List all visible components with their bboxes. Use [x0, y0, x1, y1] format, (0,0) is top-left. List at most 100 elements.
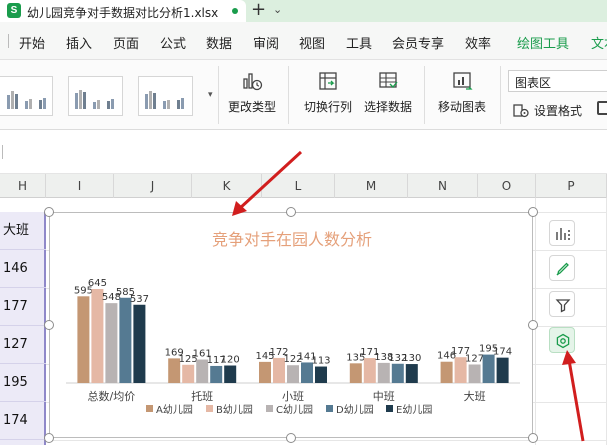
ribbon-tabs: 开始 插入 页面 公式 数据 审阅 视图 工具 会员专享 效率 绘图工具 文本 [0, 22, 607, 60]
tab-view[interactable]: 视图 [299, 33, 325, 52]
divider [424, 66, 425, 124]
column-header[interactable]: O [478, 174, 536, 198]
bar[interactable] [391, 363, 404, 383]
switch-row-column-button[interactable]: 切换行列 [300, 68, 356, 124]
chart-area[interactable]: 竞争对手在园人数分析 595 645 548 585 537 总数/均价 169 125 161… [49, 212, 533, 438]
column-header[interactable]: M [335, 174, 408, 198]
move-chart-button[interactable]: 移动图表 [434, 68, 490, 124]
resize-handle[interactable] [44, 207, 54, 217]
more-styles-chevron-icon[interactable]: ▾ [208, 90, 213, 100]
resize-handle[interactable] [44, 320, 54, 330]
resize-handle[interactable] [528, 433, 538, 443]
legend-label[interactable]: C幼儿园 [276, 403, 313, 416]
move-chart-label: 移动图表 [437, 100, 486, 114]
chart-settings-button[interactable] [549, 327, 575, 353]
bar[interactable] [482, 354, 495, 383]
bar[interactable] [210, 365, 223, 383]
resize-handle[interactable] [286, 433, 296, 443]
chart-element-select[interactable]: 图表区 [508, 70, 607, 92]
tab-member[interactable]: 会员专享 [392, 33, 444, 52]
tab-insert[interactable]: 插入 [66, 33, 92, 52]
reset-icon[interactable] [597, 101, 607, 115]
chart-style-thumbnail[interactable] [138, 76, 193, 116]
chart-style-thumbnail[interactable] [0, 76, 53, 116]
resize-handle[interactable] [286, 207, 296, 217]
change-type-button[interactable]: 更改类型 [224, 68, 280, 124]
tab-home[interactable]: 开始 [19, 33, 45, 52]
chart-style-thumbnail[interactable] [68, 76, 123, 116]
column-header-row: H I J K L M N O P [0, 174, 607, 198]
chart-style-icon [556, 262, 569, 276]
legend-swatch [206, 405, 213, 412]
bar[interactable] [182, 364, 195, 383]
cell[interactable]: 大班 [0, 212, 46, 250]
x-tick-label: 托班 [191, 389, 213, 403]
bar[interactable] [105, 303, 118, 383]
chart-elements-button[interactable] [549, 220, 575, 246]
legend-label[interactable]: A幼儿园 [156, 403, 193, 416]
data-label: 174 [493, 347, 512, 358]
bar[interactable] [440, 361, 453, 383]
column-header[interactable]: P [536, 174, 607, 198]
tab-efficiency[interactable]: 效率 [465, 33, 491, 52]
bar[interactable] [133, 304, 146, 383]
unsaved-dot-icon [232, 8, 238, 14]
cell[interactable]: 195 [0, 364, 46, 402]
column-header[interactable]: K [192, 174, 262, 198]
legend-swatch [266, 405, 273, 412]
cell[interactable]: 174 [0, 402, 46, 440]
bar-chart[interactable]: 595645548585537总数/均价169125161117120托班145… [50, 213, 534, 439]
cell[interactable]: 127 [0, 326, 46, 364]
data-label: 127 [465, 353, 484, 364]
tab-data[interactable]: 数据 [206, 33, 232, 52]
data-label: 120 [221, 355, 240, 366]
select-data-label: 选择数据 [363, 100, 412, 114]
column-header[interactable]: I [46, 174, 114, 198]
cell[interactable]: 177 [0, 288, 46, 326]
document-tab[interactable]: S 幼儿园竞争对手数据对比分析1.xlsx [0, 0, 246, 22]
resize-handle[interactable] [528, 207, 538, 217]
tab-formula[interactable]: 公式 [160, 33, 186, 52]
legend-swatch [386, 405, 393, 412]
column-header[interactable]: H [0, 174, 46, 198]
bar[interactable] [496, 357, 509, 383]
formula-cursor [2, 145, 3, 159]
column-header[interactable]: N [408, 174, 478, 198]
tab-review[interactable]: 审阅 [253, 33, 279, 52]
legend-label[interactable]: B幼儿园 [216, 403, 253, 416]
chart-style-button[interactable] [549, 255, 575, 281]
bar[interactable] [224, 365, 237, 383]
tab-page[interactable]: 页面 [113, 33, 139, 52]
tab-tools[interactable]: 工具 [346, 33, 372, 52]
bar[interactable] [377, 362, 390, 383]
bar[interactable] [405, 364, 418, 383]
select-data-button[interactable]: 选择数据 [360, 68, 416, 124]
bar[interactable] [315, 366, 327, 383]
formula-bar[interactable] [0, 130, 607, 174]
title-bar: S 幼儿园竞争对手数据对比分析1.xlsx + ⌄ [0, 0, 607, 22]
legend-label[interactable]: E幼儿园 [396, 403, 432, 416]
tab-drawing-tools[interactable]: 绘图工具 [517, 33, 569, 52]
ribbon-toolbar: ▾ 更改类型 切换行列 选择数据 移动图表 图表区 设置格式 [0, 60, 607, 130]
bar[interactable] [77, 296, 90, 383]
column-header[interactable]: L [262, 174, 335, 198]
resize-handle[interactable] [528, 320, 538, 330]
cell[interactable]: 146 [0, 250, 46, 288]
x-tick-label: 小班 [282, 390, 304, 403]
bar[interactable] [287, 365, 299, 383]
bar[interactable] [119, 297, 132, 383]
legend-label[interactable]: D幼儿园 [336, 403, 374, 416]
data-label: 537 [130, 294, 149, 305]
switch-row-column-icon [319, 72, 337, 90]
chart-filter-button[interactable] [549, 291, 575, 317]
resize-handle[interactable] [44, 433, 54, 443]
bar[interactable] [349, 363, 362, 383]
divider [288, 66, 289, 124]
tab-text[interactable]: 文本 [591, 33, 607, 52]
tab-list-chevron-icon[interactable]: ⌄ [273, 3, 282, 16]
data-label: 113 [311, 356, 330, 367]
new-tab-button[interactable]: + [251, 0, 266, 20]
bar[interactable] [259, 361, 271, 383]
bar[interactable] [468, 364, 481, 383]
column-header[interactable]: J [114, 174, 192, 198]
